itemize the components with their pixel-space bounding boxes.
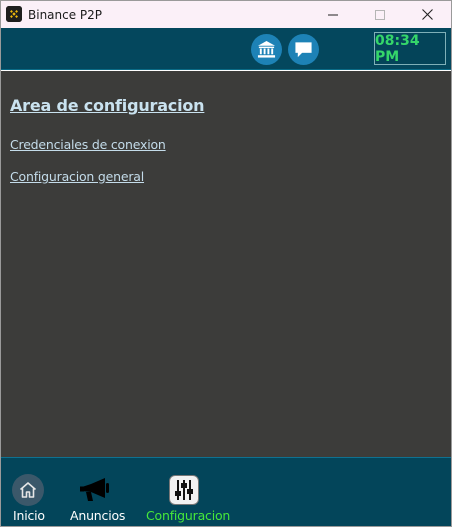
content-area: Area de configuracion Credenciales de co… (1, 71, 451, 457)
close-button[interactable] (404, 1, 450, 28)
maximize-icon (375, 9, 385, 20)
home-icon (12, 474, 44, 506)
nav-label-anuncios: Anuncios (70, 508, 126, 523)
nav-item-configuracion[interactable]: Configuracion (141, 458, 231, 526)
page-title: Area de configuracion (10, 96, 205, 115)
minimize-icon (328, 14, 338, 15)
nav-item-anuncios[interactable]: Anuncios (61, 458, 131, 526)
credentials-link[interactable]: Credenciales de conexion (10, 137, 166, 152)
bank-icon (257, 40, 276, 58)
chat-icon (295, 42, 312, 58)
binance-logo-icon (6, 6, 22, 22)
megaphone-icon (79, 474, 111, 506)
nav-item-inicio[interactable]: Inicio (1, 458, 57, 526)
nav-label-inicio: Inicio (13, 508, 45, 523)
nav-label-configuracion: Configuracion (146, 508, 231, 523)
bank-button[interactable] (251, 34, 282, 65)
minimize-button[interactable] (310, 1, 356, 28)
chat-button[interactable] (288, 34, 319, 65)
close-icon (421, 9, 433, 20)
app-window: Binance P2P 08:34 PM Area de configuraci… (0, 0, 452, 527)
title-bar[interactable]: Binance P2P (1, 1, 451, 28)
sliders-icon (169, 475, 199, 505)
clock-display: 08:34 PM (374, 32, 446, 65)
maximize-button[interactable] (357, 1, 403, 28)
bottom-nav: Inicio Anuncios Configuracion (1, 457, 451, 526)
general-settings-link[interactable]: Configuracion general (10, 169, 144, 184)
app-header: 08:34 PM (1, 28, 451, 70)
window-title: Binance P2P (28, 8, 103, 22)
